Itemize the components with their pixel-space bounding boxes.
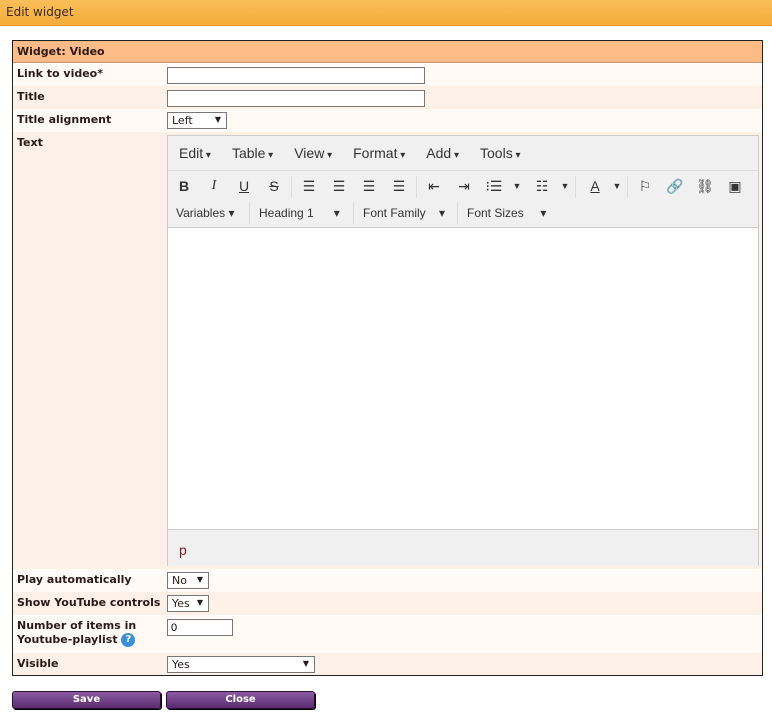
menu-edit[interactable]: Edit (179, 145, 211, 161)
row-items: Number of items in Youtube-playlist ? (13, 615, 762, 653)
justify-icon[interactable]: ☰ (389, 178, 409, 195)
rich-text-editor: Edit Table View Format Add Tools B I U S… (167, 135, 759, 566)
bold-icon[interactable]: B (174, 178, 194, 194)
text-color-icon[interactable]: A (585, 178, 605, 194)
outdent-icon[interactable]: ⇤ (424, 178, 444, 195)
font-sizes-dropdown[interactable]: Font Sizes ▾ (467, 206, 546, 220)
heading-dropdown[interactable]: Heading 1 ▾ (259, 206, 340, 220)
unlink-icon[interactable]: ⛓ (695, 178, 715, 195)
title-input[interactable] (167, 90, 425, 107)
row-align: Title alignment Left ▼ (13, 109, 762, 132)
dropdown-arrow-icon: ▼ (214, 115, 221, 124)
controls-select[interactable]: Yes ▼ (167, 595, 209, 612)
menu-table[interactable]: Table (232, 145, 273, 161)
editor-toolbar: B I U S ☰ ☰ ☰ ☰ ⇤ ⇥ ⁝☰ ▼ ☷ ▼ A ▼ ⚐ 🔗 ⛓ ▣… (168, 171, 758, 228)
help-icon[interactable]: ? (121, 633, 136, 647)
close-button[interactable]: Close (166, 691, 315, 709)
align-right-icon[interactable]: ☰ (359, 178, 379, 195)
align-left-icon[interactable]: ☰ (299, 178, 319, 195)
link-icon[interactable]: 🔗 (665, 178, 685, 195)
editor-menubar: Edit Table View Format Add Tools (168, 136, 758, 171)
menu-add[interactable]: Add (426, 145, 459, 161)
play-label: Play automatically (17, 573, 132, 586)
indent-icon[interactable]: ⇥ (454, 178, 474, 195)
controls-label: Show YouTube controls (17, 596, 161, 609)
visible-select[interactable]: Yes ▼ (167, 656, 315, 673)
row-link: Link to video* (13, 63, 762, 86)
menu-tools[interactable]: Tools (480, 145, 521, 161)
chevron-down-icon[interactable]: ▼ (607, 181, 627, 191)
strikethrough-icon[interactable]: S (264, 178, 284, 194)
text-label: Text (17, 136, 43, 149)
editor-statusbar: p (168, 529, 758, 566)
dropdown-arrow-icon: ▼ (196, 575, 203, 584)
numbered-list-icon[interactable]: ☷ (532, 178, 552, 195)
form-header-title: Widget: Video (17, 45, 105, 58)
underline-icon[interactable]: U (234, 178, 254, 194)
editor-content-area[interactable] (168, 228, 758, 529)
italic-icon[interactable]: I (204, 178, 224, 194)
font-family-dropdown[interactable]: Font Family ▾ (363, 206, 445, 220)
form-header: Widget: Video (13, 41, 762, 63)
visible-label: Visible (17, 657, 59, 670)
chevron-down-icon[interactable]: ▼ (555, 181, 575, 191)
title-label: Title (17, 90, 45, 103)
dialog-title-bar: Edit widget (0, 0, 772, 26)
row-play: Play automatically No ▼ (13, 569, 762, 592)
widget-form: Widget: Video Link to video* Title Title… (12, 40, 763, 676)
dropdown-arrow-icon: ▼ (302, 659, 309, 668)
row-controls: Show YouTube controls Yes ▼ (13, 592, 762, 615)
row-title: Title (13, 86, 762, 109)
bullet-list-icon[interactable]: ⁝☰ (484, 178, 504, 195)
link-label: Link to video* (17, 67, 103, 80)
items-label: Number of items in Youtube-playlist ? (17, 619, 137, 647)
row-visible: Visible Yes ▼ (13, 653, 762, 675)
variables-dropdown[interactable]: Variables ▾ (176, 206, 235, 220)
link-input[interactable] (167, 67, 425, 84)
play-select[interactable]: No ▼ (167, 572, 209, 589)
dialog-title: Edit widget (6, 5, 74, 19)
chevron-down-icon[interactable]: ▼ (507, 181, 527, 191)
dropdown-arrow-icon: ▼ (196, 598, 203, 607)
align-label: Title alignment (17, 113, 112, 126)
save-button[interactable]: Save (12, 691, 161, 709)
image-icon[interactable]: ▣ (725, 178, 745, 195)
menu-format[interactable]: Format (353, 145, 405, 161)
align-select[interactable]: Left ▼ (167, 112, 227, 129)
element-path[interactable]: p (179, 542, 187, 558)
menu-view[interactable]: View (294, 145, 332, 161)
align-center-icon[interactable]: ☰ (329, 178, 349, 195)
items-input[interactable] (167, 619, 233, 636)
bookmark-icon[interactable]: ⚐ (635, 178, 655, 195)
align-value: Left (172, 114, 193, 127)
